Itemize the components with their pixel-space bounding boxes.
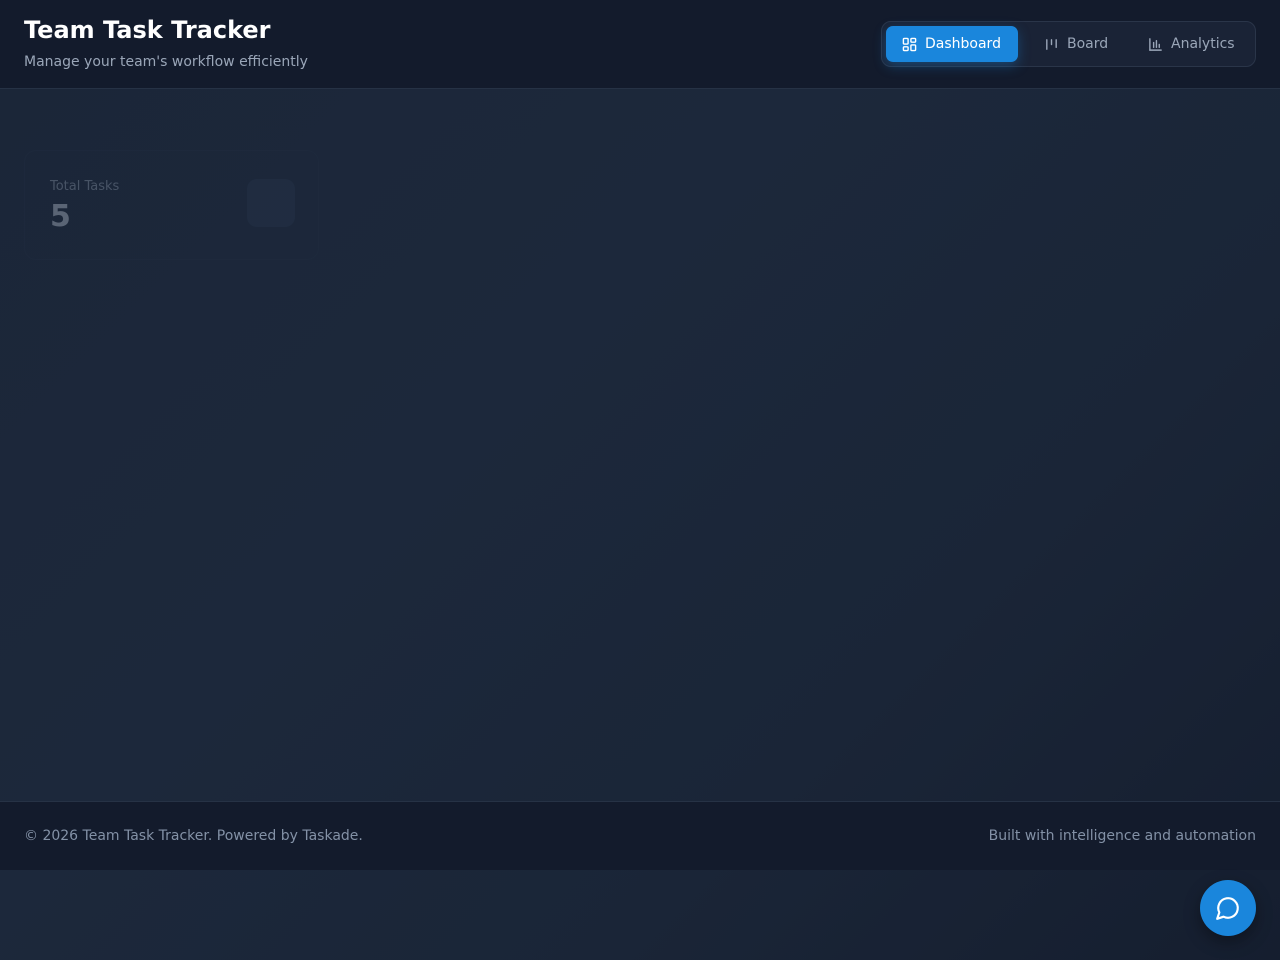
page-title: Team Task Tracker [24, 16, 271, 44]
app-header: Team Task Tracker Manage your team's wor… [0, 0, 1280, 89]
chat-bubble-icon [1216, 897, 1239, 920]
board-columns-icon [1046, 38, 1057, 50]
app-footer: © 2026 Team Task Tracker. Powered by Tas… [0, 801, 1280, 870]
total-tasks-card: Total Tasks 5 [24, 150, 319, 260]
total-tasks-label: Total Tasks [50, 179, 120, 194]
tab-board-label: Board [1067, 36, 1109, 52]
bar-chart-icon [1149, 37, 1162, 51]
tab-board[interactable]: Board [1028, 26, 1128, 62]
tab-analytics-label: Analytics [1171, 36, 1235, 52]
chat-button[interactable] [1200, 880, 1256, 936]
tab-dashboard[interactable]: Dashboard [886, 26, 1018, 62]
tasks-icon [247, 179, 295, 227]
footer-tagline: Built with intelligence and automation [988, 828, 1256, 844]
view-tabs: Dashboard Board Analytics [881, 21, 1256, 67]
total-tasks-value: 5 [50, 199, 71, 234]
grid-icon [902, 37, 917, 51]
tab-analytics[interactable]: Analytics [1132, 26, 1252, 62]
tab-dashboard-label: Dashboard [925, 36, 1001, 52]
footer-copyright: © 2026 Team Task Tracker. Powered by Tas… [24, 828, 363, 844]
page-subtitle: Manage your team's workflow efficiently [24, 54, 308, 70]
